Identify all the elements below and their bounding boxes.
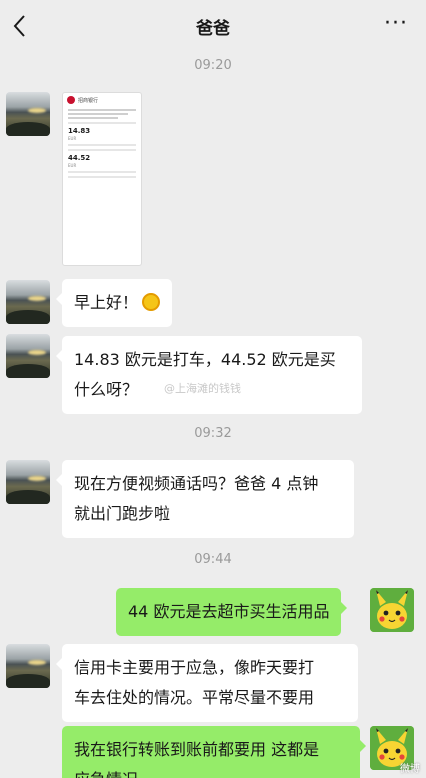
message-text: 早上好！ <box>74 293 139 312</box>
timestamp: 09:20 <box>194 58 232 73</box>
more-options-icon[interactable]: ··· <box>384 13 408 35</box>
avatar-dad[interactable] <box>6 644 50 688</box>
message-bubble: 信用卡主要用于应急，像昨天要打 车去住处的情况。平常尽量不要用 <box>56 644 358 722</box>
message-text: 应急情况 <box>74 765 348 778</box>
message-text: 现在方便视频通话吗？爸爸 4 点钟 <box>74 474 319 493</box>
watermark-corner: 微博 <box>400 764 420 775</box>
avatar-dad[interactable] <box>6 92 50 136</box>
timestamp: 09:32 <box>194 426 232 441</box>
avatar-dad[interactable] <box>6 460 50 504</box>
image-amount: 14.83 <box>68 127 91 135</box>
message-bubble: 现在方便视频通话吗？爸爸 4 点钟 就出门跑步啦 <box>56 460 354 538</box>
message-text: 我在银行转账到账前都要用 这都是 <box>74 740 320 759</box>
message-text: 就出门跑步啦 <box>74 504 171 523</box>
watermark-text: @上海滩的钱钱 <box>164 382 241 395</box>
message-bubble: 早上好！ <box>55 279 173 327</box>
message-bubble-me: 44 欧元是去超市买生活用品 <box>116 588 348 636</box>
message-bubble: 14.83 欧元是打车，44.52 欧元是买 什么呀？ <box>56 336 362 414</box>
message-text: 车去住处的情况。平常尽量不要用 <box>74 688 315 707</box>
avatar-me-pikachu[interactable] <box>370 588 414 632</box>
timestamp: 09:44 <box>194 552 232 567</box>
sun-emoji-icon <box>142 293 161 311</box>
chat-header: 爸爸 ··· <box>0 0 426 52</box>
image-amount: 44.52 <box>68 154 91 162</box>
message-bubble-me: 我在银行转账到账前都要用 这都是 应急情况 <box>62 726 366 778</box>
message-text: 14.83 欧元是打车，44.52 欧元是买 <box>74 350 336 369</box>
avatar-dad[interactable] <box>6 280 50 324</box>
message-text: 44 欧元是去超市买生活用品 <box>128 602 330 621</box>
back-arrow-icon[interactable] <box>8 12 34 40</box>
message-text: 信用卡主要用于应急，像昨天要打 <box>74 658 315 677</box>
chat-title: 爸爸 <box>196 18 230 39</box>
image-message-bank-screenshot[interactable]: 招商银行 14.83 EUR 44.52 EUR <box>62 92 142 266</box>
pikachu-avatar-icon <box>370 588 414 632</box>
bank-logo-icon <box>67 96 75 104</box>
avatar-dad[interactable] <box>6 334 50 378</box>
